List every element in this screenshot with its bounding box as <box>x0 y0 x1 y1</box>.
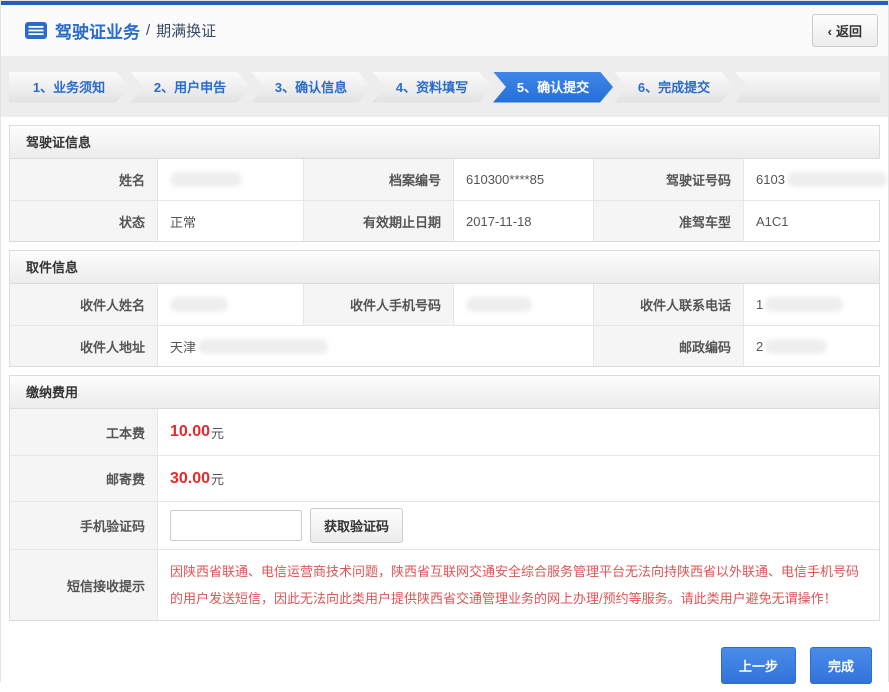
sms-code-label: 手机验证码 <box>10 501 157 549</box>
recipient-name-label: 收件人姓名 <box>10 284 157 325</box>
recipient-mobile-value <box>453 284 593 325</box>
redacted-recipient-name <box>170 297 228 312</box>
postal-code-value: 2 <box>743 325 879 366</box>
sms-code-input[interactable] <box>170 510 302 541</box>
page-title: 驾驶证业务 <box>55 18 140 43</box>
main-content: 驾驶证信息 姓名 档案编号 610300****85 驾驶证号码 6103 状态… <box>1 117 888 692</box>
breadcrumb-divider: / <box>146 22 150 39</box>
step-tab-bar: 1、业务须知 2、用户申告 3、确认信息 4、资料填写 5、确认提交 6、完成提… <box>1 57 888 117</box>
vehicle-class-value: A1C1 <box>743 200 879 241</box>
production-fee-value: 10.00元 <box>157 409 879 455</box>
license-no-value: 6103 <box>743 159 887 200</box>
tab-step-1[interactable]: 1、业务须知 <box>9 72 129 103</box>
previous-step-button[interactable]: 上一步 <box>721 647 796 684</box>
pickup-section-title: 取件信息 <box>10 251 879 284</box>
finish-button[interactable]: 完成 <box>810 647 872 684</box>
postage-fee-label: 邮寄费 <box>10 455 157 501</box>
license-info-section: 驾驶证信息 姓名 档案编号 610300****85 驾驶证号码 6103 状态… <box>9 125 880 242</box>
back-button[interactable]: ‹ 返回 <box>812 14 878 47</box>
file-no-label: 档案编号 <box>303 159 453 200</box>
redacted-name <box>170 172 242 187</box>
postage-fee-amount: 30.00 <box>170 470 210 488</box>
postage-fee-unit: 元 <box>211 469 224 488</box>
production-fee-amount: 10.00 <box>170 423 210 441</box>
footer-actions: 上一步 完成 <box>9 629 880 684</box>
chevron-left-icon: ‹ <box>828 24 832 39</box>
valid-until-value: 2017-11-18 <box>453 200 593 241</box>
redacted-license-no <box>787 172 887 187</box>
recipient-address-value: 天津 <box>157 325 593 366</box>
sms-notice-text: 因陕西省联通、电信运营商技术问题，陕西省互联网交通安全综合服务管理平台无法向持陕… <box>158 550 879 620</box>
tab-step-5-active[interactable]: 5、确认提交 <box>493 72 613 103</box>
recipient-phone-value: 1 <box>743 284 879 325</box>
fees-section: 缴纳费用 工本费 10.00元 邮寄费 30.00元 手机验证码 获取验证码 短… <box>9 375 880 621</box>
vehicle-class-label: 准驾车型 <box>593 200 743 241</box>
redacted-postal-code <box>765 339 827 354</box>
tab-step-6[interactable]: 6、完成提交 <box>614 72 734 103</box>
sms-notice-cell: 因陕西省联通、电信运营商技术问题，陕西省互联网交通安全综合服务管理平台无法向持陕… <box>157 549 879 620</box>
production-fee-unit: 元 <box>211 423 224 442</box>
recipient-name-value <box>157 284 303 325</box>
recipient-mobile-label: 收件人手机号码 <box>303 284 453 325</box>
license-no-label: 驾驶证号码 <box>593 159 743 200</box>
back-button-label: 返回 <box>836 24 862 39</box>
redacted-recipient-phone <box>765 297 843 312</box>
redacted-recipient-address <box>198 339 328 354</box>
page-header: 驾驶证业务 / 期满换证 ‹ 返回 <box>1 5 888 57</box>
name-label: 姓名 <box>10 159 157 200</box>
postage-fee-value: 30.00元 <box>157 455 879 501</box>
sms-code-row: 获取验证码 <box>157 501 879 549</box>
file-no-value: 610300****85 <box>453 159 593 200</box>
recipient-phone-label: 收件人联系电话 <box>593 284 743 325</box>
name-value <box>157 159 303 200</box>
page-subtitle: 期满换证 <box>156 20 216 41</box>
tab-bar-filler <box>735 72 880 103</box>
redacted-recipient-mobile <box>466 297 532 312</box>
tab-step-2[interactable]: 2、用户申告 <box>130 72 250 103</box>
status-value: 正常 <box>157 200 303 241</box>
valid-until-label: 有效期止日期 <box>303 200 453 241</box>
status-label: 状态 <box>10 200 157 241</box>
postal-code-label: 邮政编码 <box>593 325 743 366</box>
production-fee-label: 工本费 <box>10 409 157 455</box>
tab-step-3[interactable]: 3、确认信息 <box>251 72 371 103</box>
license-section-title: 驾驶证信息 <box>10 126 879 159</box>
license-list-icon <box>25 22 47 39</box>
recipient-address-label: 收件人地址 <box>10 325 157 366</box>
get-sms-code-button[interactable]: 获取验证码 <box>310 508 403 543</box>
pickup-info-section: 取件信息 收件人姓名 收件人手机号码 收件人联系电话 1 收件人地址 天津 邮政… <box>9 250 880 367</box>
tab-step-4[interactable]: 4、资料填写 <box>372 72 492 103</box>
fees-section-title: 缴纳费用 <box>10 376 879 409</box>
sms-notice-label: 短信接收提示 <box>10 549 157 620</box>
